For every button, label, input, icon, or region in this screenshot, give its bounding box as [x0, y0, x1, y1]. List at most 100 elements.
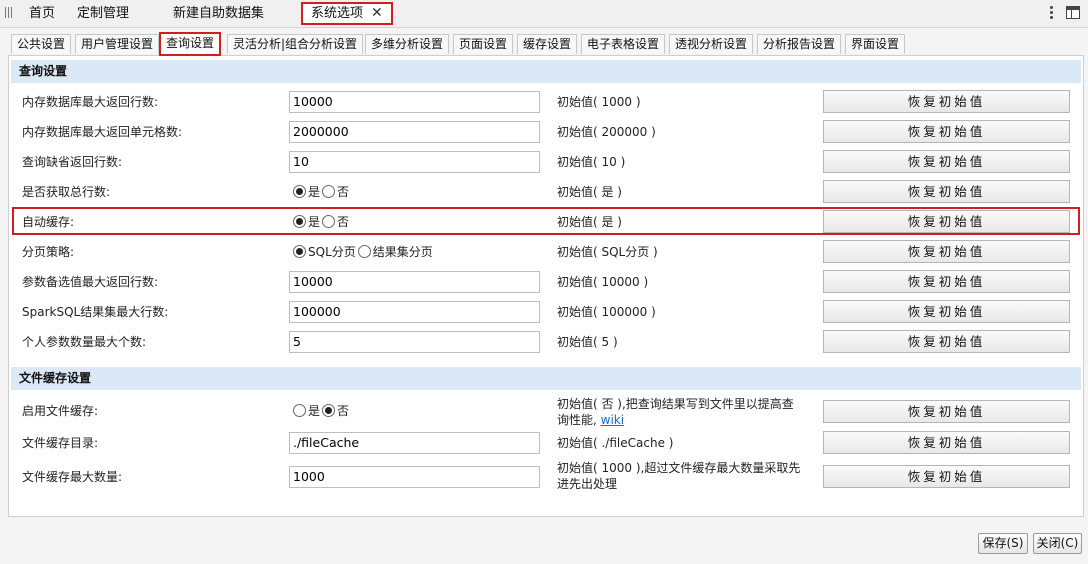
initial-value-text: 初始值( 是 )	[557, 215, 622, 229]
radio-label: 结果集分页	[372, 245, 433, 259]
tab-pivot-settings[interactable]: 透视分析设置	[669, 34, 754, 54]
radio-label: 否	[337, 404, 350, 418]
default-return-rows-input[interactable]: 10	[289, 151, 540, 173]
tab-cache-settings[interactable]: 缓存设置	[517, 34, 578, 54]
initial-value-text: 初始值( 100000 )	[557, 305, 656, 319]
setting-row: 查询缺省返回行数: 10 初始值( 10 ) 恢复初始值	[9, 147, 1085, 177]
reset-default-button[interactable]: 恢复初始值	[823, 240, 1070, 263]
setting-label: 自动缓存:	[22, 215, 75, 229]
radio-label: 是	[308, 215, 321, 229]
grip-icon[interactable]	[5, 7, 13, 19]
tab-ui-settings[interactable]: 界面设置	[845, 34, 906, 54]
setting-label: 文件缓存最大数量:	[22, 470, 123, 484]
close-button[interactable]: 关闭(C)	[1033, 533, 1082, 554]
reset-default-button[interactable]: 恢复初始值	[823, 120, 1070, 143]
radio-group: 是否	[293, 207, 351, 237]
reset-default-button[interactable]: 恢复初始值	[823, 400, 1070, 423]
more-options-icon[interactable]	[1046, 5, 1056, 21]
settings-panel: 查询设置 内存数据库最大返回行数: 10000 初始值( 1000 ) 恢复初始…	[8, 55, 1084, 517]
radio-yes[interactable]	[293, 404, 306, 417]
setting-label: 启用文件缓存:	[22, 404, 99, 418]
setting-row: 内存数据库最大返回单元格数: 2000000 初始值( 200000 ) 恢复初…	[9, 117, 1085, 147]
initial-value-text: 初始值( 10000 )	[557, 275, 649, 289]
radio-label: 是	[308, 185, 321, 199]
radio-group: SQL分页 结果集分页	[293, 237, 435, 267]
initial-value-text: 初始值( 1000 )	[557, 95, 641, 109]
reset-default-button[interactable]: 恢复初始值	[823, 270, 1070, 293]
initial-value-desc: 初始值( 否 ),把查询结果写到文件里以提高查询性能,	[557, 397, 794, 427]
setting-row: 启用文件缓存: 是否 初始值( 否 ),把查询结果写到文件里以提高查询性能, w…	[9, 396, 1085, 428]
setting-row: 自动缓存: 是否 初始值( 是 ) 恢复初始值	[9, 207, 1085, 237]
setting-row: 参数备选值最大返回行数: 10000 初始值( 10000 ) 恢复初始值	[9, 267, 1085, 297]
radio-label: 否	[337, 215, 350, 229]
radio-sql-paging[interactable]	[293, 245, 306, 258]
radio-group: 是否	[293, 396, 351, 426]
reset-default-button[interactable]: 恢复初始值	[823, 330, 1070, 353]
initial-value-text: 初始值( 5 )	[557, 335, 618, 349]
window-layout-icon[interactable]	[1066, 6, 1080, 19]
radio-label: 是	[308, 404, 321, 418]
personal-param-max-input[interactable]: 5	[289, 331, 540, 353]
setting-label: 个人参数数量最大个数:	[22, 335, 147, 349]
param-candidate-rows-input[interactable]: 10000	[289, 271, 540, 293]
radio-label: SQL分页	[308, 245, 356, 259]
setting-label: 内存数据库最大返回单元格数:	[22, 125, 183, 139]
radio-group: 是否	[293, 177, 351, 207]
tab-olap-settings[interactable]: 多维分析设置	[365, 34, 450, 54]
radio-no[interactable]	[322, 215, 336, 228]
wiki-link[interactable]: wiki	[601, 413, 624, 427]
setting-label: SparkSQL结果集最大行数:	[22, 305, 169, 319]
initial-value-text: 初始值( 否 ),把查询结果写到文件里以提高查询性能, wiki	[557, 396, 805, 427]
initial-value-text: 初始值( SQL分页 )	[557, 245, 658, 259]
tab-query-settings[interactable]: 查询设置	[159, 32, 222, 56]
reset-default-button[interactable]: 恢复初始值	[823, 150, 1070, 173]
section-header-file-cache: 文件缓存设置	[11, 367, 1081, 390]
setting-row: 个人参数数量最大个数: 5 初始值( 5 ) 恢复初始值	[9, 327, 1085, 357]
radio-no[interactable]	[322, 404, 336, 417]
sparksql-max-rows-input[interactable]: 100000	[289, 301, 540, 323]
section-header-query: 查询设置	[11, 60, 1081, 83]
reset-default-button[interactable]: 恢复初始值	[823, 210, 1070, 233]
setting-row: SparkSQL结果集最大行数: 100000 初始值( 100000 ) 恢复…	[9, 297, 1085, 327]
setting-label: 内存数据库最大返回行数:	[22, 95, 159, 109]
tab-home[interactable]: 首页	[29, 3, 55, 25]
radio-resultset-paging[interactable]	[357, 245, 371, 258]
close-icon[interactable]: ✕	[371, 4, 383, 22]
radio-yes[interactable]	[293, 215, 306, 228]
reset-default-button[interactable]: 恢复初始值	[823, 300, 1070, 323]
setting-label: 是否获取总行数:	[22, 185, 111, 199]
settings-tab-bar: 公共设置 用户管理设置 查询设置 灵活分析|组合分析设置 多维分析设置 页面设置…	[0, 28, 1088, 56]
setting-label: 参数备选值最大返回行数:	[22, 275, 159, 289]
tab-report-settings[interactable]: 分析报告设置	[757, 34, 842, 54]
top-tab-bar: 首页 定制管理 新建自助数据集 系统选项 ✕	[0, 0, 1088, 28]
max-memory-cells-input[interactable]: 2000000	[289, 121, 540, 143]
tab-system-options-label: 系统选项	[311, 6, 364, 21]
setting-row: 是否获取总行数: 是否 初始值( 是 ) 恢复初始值	[9, 177, 1085, 207]
tab-public-settings[interactable]: 公共设置	[11, 34, 72, 54]
radio-yes[interactable]	[293, 185, 306, 198]
tab-new-dataset[interactable]: 新建自助数据集	[173, 3, 264, 25]
tab-flexible-analysis-settings[interactable]: 灵活分析|组合分析设置	[227, 34, 364, 54]
max-memory-rows-input[interactable]: 10000	[289, 91, 540, 113]
initial-value-text: 初始值( 200000 )	[557, 125, 656, 139]
reset-default-button[interactable]: 恢复初始值	[823, 465, 1070, 488]
radio-label: 否	[337, 185, 350, 199]
tab-user-management-settings[interactable]: 用户管理设置	[75, 34, 160, 54]
reset-default-button[interactable]: 恢复初始值	[823, 90, 1070, 113]
tab-spreadsheet-settings[interactable]: 电子表格设置	[581, 34, 666, 54]
radio-no[interactable]	[322, 185, 336, 198]
initial-value-text: 初始值( 是 )	[557, 185, 622, 199]
initial-value-text: 初始值( 10 )	[557, 155, 626, 169]
setting-row: 内存数据库最大返回行数: 10000 初始值( 1000 ) 恢复初始值	[9, 87, 1085, 117]
tab-custom-management[interactable]: 定制管理	[77, 3, 129, 25]
file-cache-dir-input[interactable]: ./fileCache	[289, 432, 540, 454]
save-button[interactable]: 保存(S)	[978, 533, 1028, 554]
initial-value-text: 初始值( 1000 ),超过文件缓存最大数量采取先进先出处理	[557, 461, 801, 491]
file-cache-max-count-input[interactable]: 1000	[289, 466, 540, 488]
tab-system-options[interactable]: 系统选项 ✕	[301, 2, 393, 25]
reset-default-button[interactable]: 恢复初始值	[823, 431, 1070, 454]
initial-value-text: 初始值( ./fileCache )	[557, 436, 674, 450]
reset-default-button[interactable]: 恢复初始值	[823, 180, 1070, 203]
tab-page-settings[interactable]: 页面设置	[453, 34, 514, 54]
setting-label: 查询缺省返回行数:	[22, 155, 123, 169]
